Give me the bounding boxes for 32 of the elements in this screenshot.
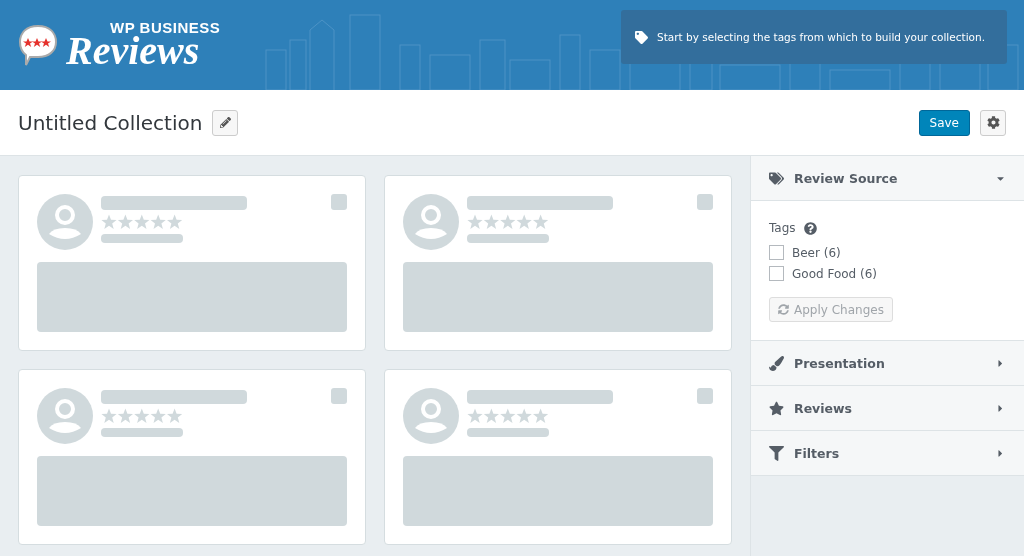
pencil-icon [219, 117, 231, 128]
section-header[interactable]: Presentation [751, 341, 1024, 386]
settings-icon [986, 116, 1000, 129]
avatar-icon [403, 388, 459, 444]
tag-icon [635, 30, 648, 44]
platform-icon-placeholder [697, 194, 713, 210]
section-header[interactable]: Filters [751, 431, 1024, 476]
platform-icon-placeholder [331, 388, 347, 404]
section-header[interactable]: Review Source [751, 156, 1024, 201]
tags-label: Tags [769, 221, 796, 235]
section-header[interactable]: Reviews [751, 386, 1024, 431]
platform-icon-placeholder [331, 194, 347, 210]
avatar-icon [403, 194, 459, 250]
platform-icon-placeholder [697, 388, 713, 404]
save-button[interactable]: Save [918, 109, 970, 136]
refresh-icon [778, 304, 789, 315]
collection-title: Untitled Collection [18, 110, 203, 135]
edit-title-button[interactable] [212, 109, 239, 136]
help-icon[interactable] [803, 221, 817, 235]
checkbox[interactable] [769, 245, 784, 260]
tag-option-label: Beer (6) [792, 245, 841, 260]
avatar-icon [37, 388, 93, 444]
speech-bubble-logo-icon [18, 23, 58, 67]
paintbrush-icon [769, 355, 784, 371]
tags-icon [769, 170, 784, 186]
avatar-icon [37, 194, 93, 250]
tag-option-label: Good Food (6) [792, 266, 877, 281]
star-icon [769, 400, 784, 416]
checkbox[interactable] [769, 266, 784, 281]
notice-text: Start by selecting the tags from which to build your collection. [657, 31, 985, 43]
settings-button[interactable] [980, 109, 1006, 136]
filter-icon [769, 445, 784, 461]
